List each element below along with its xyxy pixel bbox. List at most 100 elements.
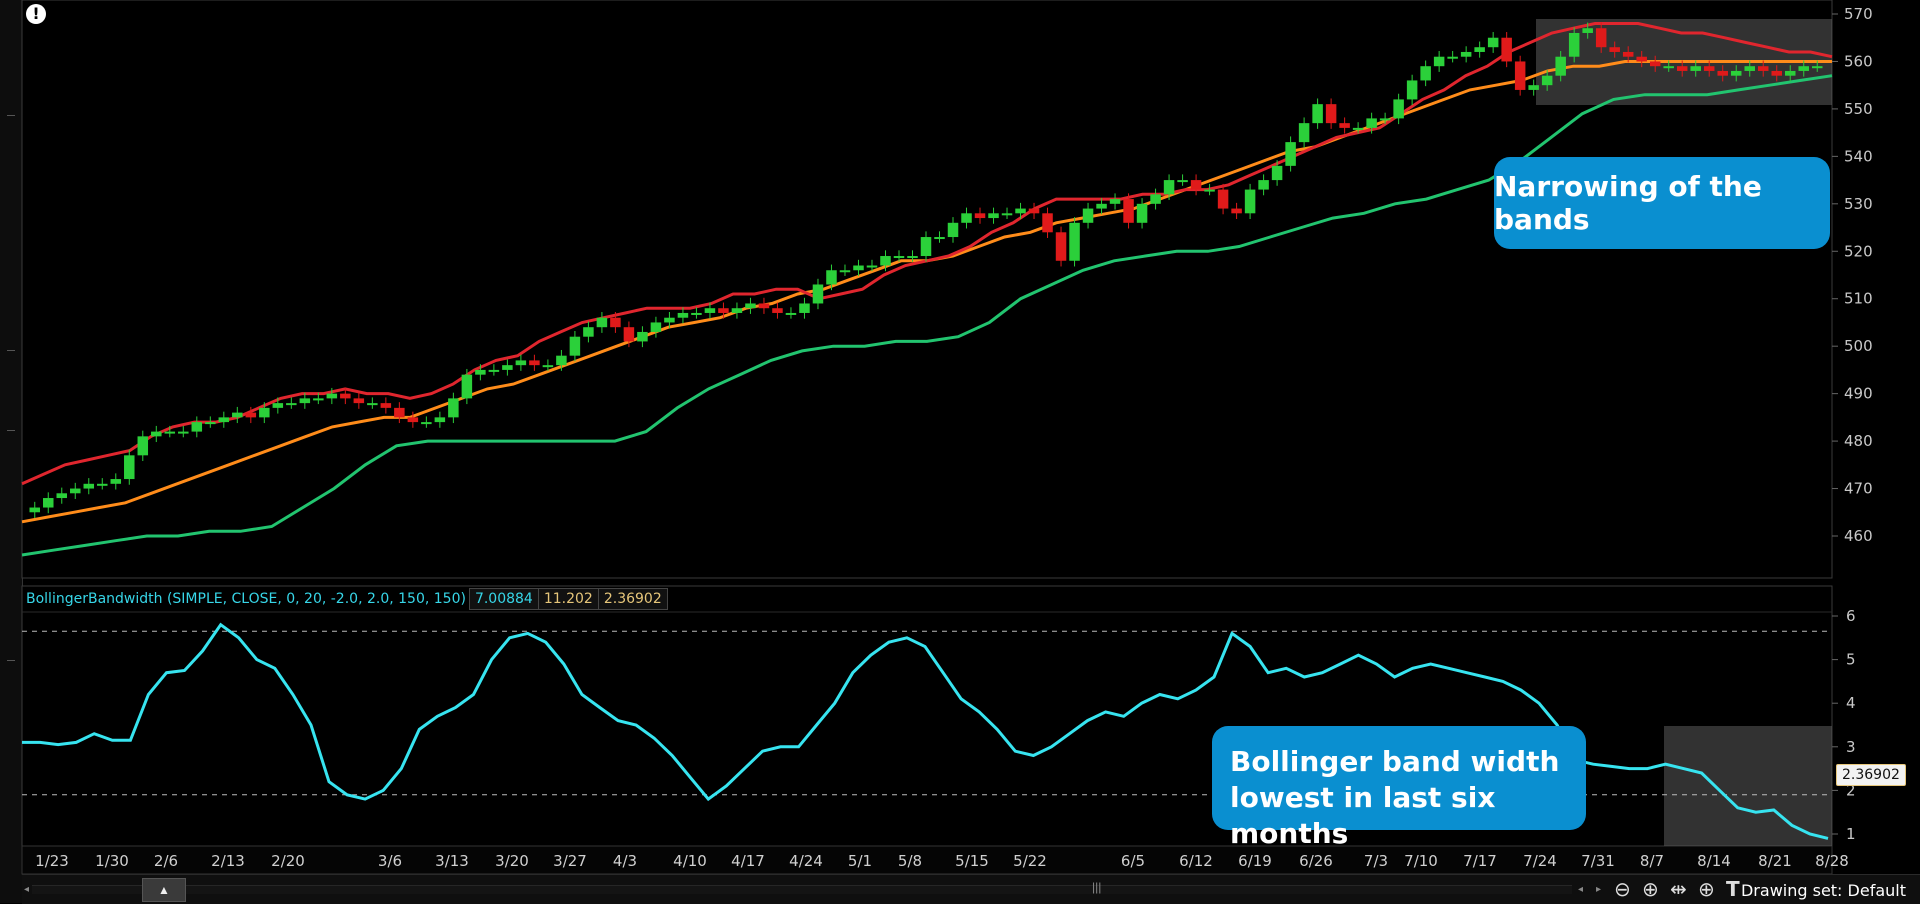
candle-body xyxy=(1379,118,1391,121)
candle-body xyxy=(704,308,716,313)
scroll-next-icon[interactable]: ▸ xyxy=(1596,884,1601,895)
study-value-1: 7.00884 xyxy=(468,588,539,610)
candle-body xyxy=(313,398,324,401)
candle-body xyxy=(43,498,54,508)
candle-body xyxy=(1258,180,1269,190)
date-axis-label: 7/10 xyxy=(1404,852,1438,870)
date-axis-label: 7/3 xyxy=(1364,852,1388,870)
candle-body xyxy=(448,398,459,418)
candle-body xyxy=(1096,203,1107,209)
text-tool-icon[interactable]: T xyxy=(1726,877,1740,901)
candle-body xyxy=(232,412,243,418)
candle-body xyxy=(610,317,621,328)
candle-body xyxy=(1460,51,1472,57)
scrollbar-track[interactable] xyxy=(32,885,1572,894)
candle-body xyxy=(299,398,311,404)
price-axis-label: 480 xyxy=(1844,432,1873,450)
candle-body xyxy=(529,360,540,366)
candle-body xyxy=(515,360,527,366)
bottom-toolbar: ◂ ▲ ||| ◂ ▸ ⊖ ⊕ ⇹ ⊕ T Drawing set: Defau… xyxy=(22,874,1920,904)
scroll-grip-icon[interactable]: ||| xyxy=(1092,880,1102,896)
candle-body xyxy=(1582,28,1593,33)
candle-body xyxy=(583,327,594,337)
candle-body xyxy=(1757,66,1769,71)
candle-body xyxy=(1231,208,1242,214)
candle-body xyxy=(1406,80,1418,100)
candle-body xyxy=(340,393,351,399)
price-axis-label: 510 xyxy=(1844,290,1873,308)
candle-body xyxy=(1393,99,1404,119)
candle-body xyxy=(1636,56,1647,62)
study-name[interactable]: BollingerBandwidth (SIMPLE, CLOSE, 0, 20… xyxy=(23,591,470,607)
scrollbar-thumb[interactable]: ▲ xyxy=(142,878,186,902)
candle-body xyxy=(151,431,162,437)
callout-bandwidth-line2: lowest in last six months xyxy=(1230,781,1496,850)
candle-body xyxy=(839,270,851,273)
callout-bandwidth: Bollinger band width lowest in last six … xyxy=(1212,726,1586,850)
date-axis-label: 4/10 xyxy=(673,852,707,870)
price-axis-label: 470 xyxy=(1844,480,1873,498)
candle-body xyxy=(1163,180,1175,195)
candle-body xyxy=(637,331,648,342)
candle-body xyxy=(1298,123,1310,143)
candle-body xyxy=(1730,70,1742,76)
candle-body xyxy=(1042,213,1053,233)
zoom-out-icon[interactable]: ⊖ xyxy=(1614,877,1631,901)
candle-body xyxy=(178,431,189,434)
candle-body xyxy=(623,327,635,342)
date-axis-label: 5/15 xyxy=(955,852,989,870)
drawing-set-label[interactable]: Drawing set: Default xyxy=(1741,881,1906,900)
candle-body xyxy=(394,407,405,418)
crosshair-icon[interactable]: ⊕ xyxy=(1698,877,1715,901)
candle-body xyxy=(826,270,837,285)
candle-body xyxy=(1474,47,1485,52)
chart-canvas: 4604704804905005105205305405505605701234… xyxy=(21,0,1873,875)
candle-body xyxy=(947,222,959,238)
candle-body xyxy=(1717,70,1728,76)
candle-body xyxy=(758,303,770,309)
bandwidth-axis-label: 4 xyxy=(1846,694,1856,712)
candle-body xyxy=(286,403,297,406)
price-axis-label: 570 xyxy=(1844,5,1873,23)
date-axis-label: 3/13 xyxy=(435,852,469,870)
candle-body xyxy=(1150,194,1161,204)
warning-icon[interactable]: ! xyxy=(26,4,46,24)
candle-body xyxy=(97,483,108,486)
candle-body xyxy=(556,355,567,366)
candle-body xyxy=(70,488,81,494)
candle-body xyxy=(1136,203,1148,223)
date-axis-label: 5/8 xyxy=(898,852,922,870)
candle-body xyxy=(191,422,203,432)
price-axis-label: 550 xyxy=(1844,100,1873,118)
scroll-left-icon[interactable]: ◂ xyxy=(24,884,29,895)
candle-body xyxy=(475,369,486,375)
date-axis-label: 5/22 xyxy=(1013,852,1047,870)
candle-body xyxy=(718,308,729,313)
candle-body xyxy=(799,303,810,313)
date-axis-label: 2/6 xyxy=(154,852,178,870)
candle-body xyxy=(1190,180,1202,190)
pan-icon[interactable]: ⇹ xyxy=(1670,877,1687,901)
last-value-badge: 2.36902 xyxy=(1836,764,1906,786)
candle-body xyxy=(110,479,122,484)
price-axis-label: 560 xyxy=(1844,52,1873,70)
candle-body xyxy=(1001,213,1013,216)
date-axis-label: 4/17 xyxy=(731,852,765,870)
price-axis-label: 490 xyxy=(1844,385,1873,403)
candle-body xyxy=(205,422,216,425)
candle-body xyxy=(1744,66,1755,71)
candle-body xyxy=(1285,142,1296,166)
candle-body xyxy=(866,265,878,268)
candle-body xyxy=(502,365,513,370)
highlight-box-bottom xyxy=(1664,726,1832,846)
scroll-prev-icon[interactable]: ◂ xyxy=(1578,884,1583,895)
date-axis-label: 6/5 xyxy=(1121,852,1145,870)
bandwidth-axis-label: 6 xyxy=(1846,607,1856,625)
candle-body xyxy=(785,312,797,315)
date-axis-label: 8/21 xyxy=(1758,852,1792,870)
zoom-in-icon[interactable]: ⊕ xyxy=(1642,877,1659,901)
candle-body xyxy=(731,308,743,313)
candle-body xyxy=(164,431,176,434)
date-axis-label: 3/6 xyxy=(378,852,402,870)
date-axis-label: 3/27 xyxy=(553,852,587,870)
